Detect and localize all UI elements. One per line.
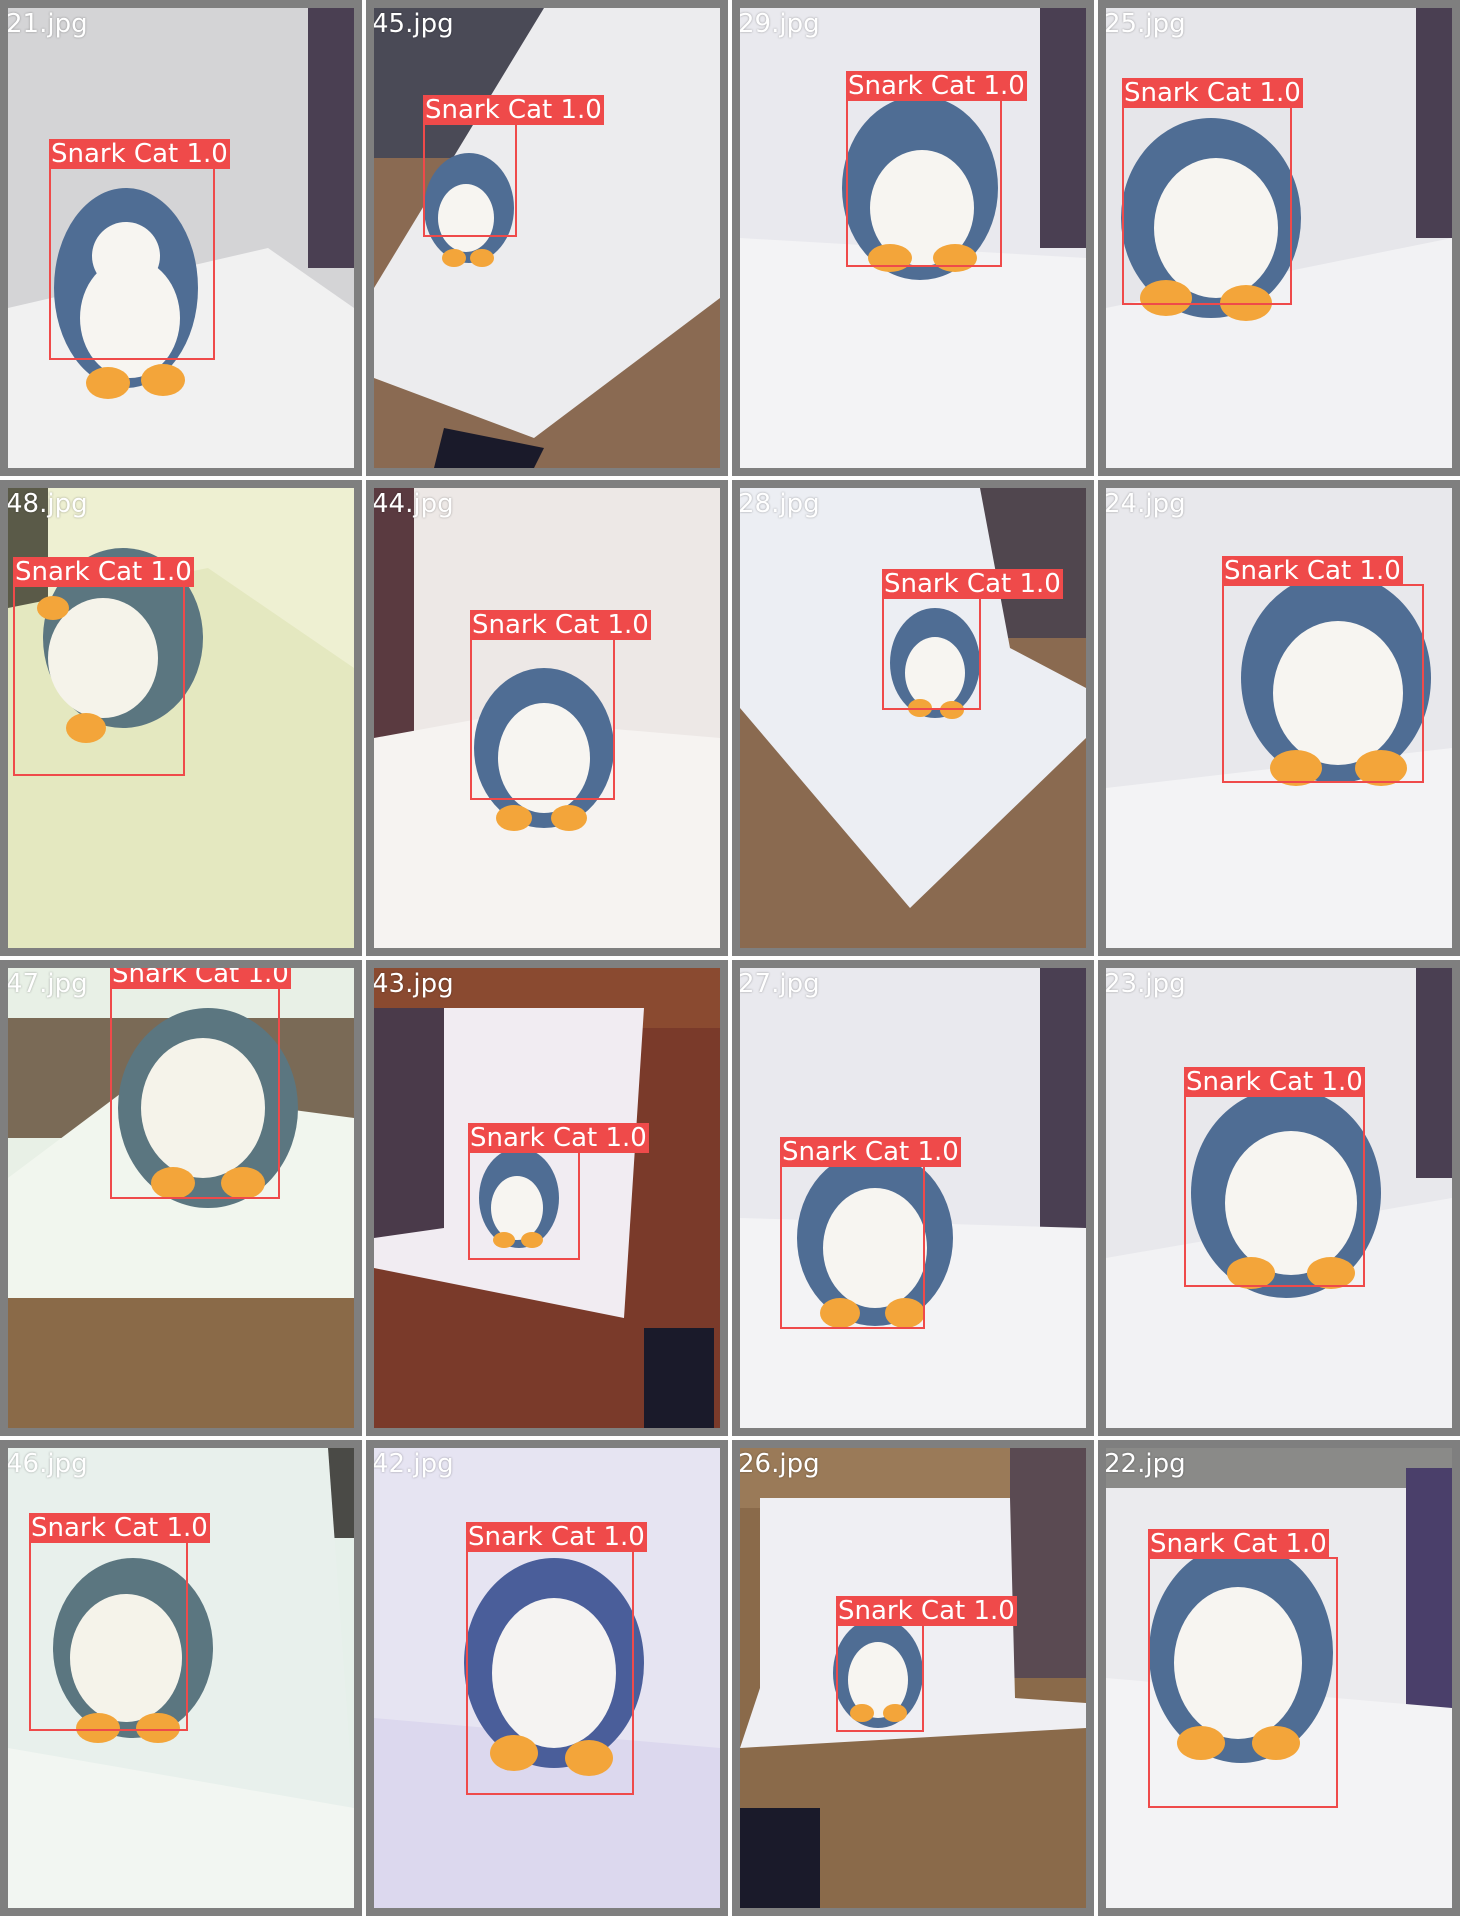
detection-box: Snark Cat 1.0 [466,1522,647,1795]
image-tile-46[interactable]: Snark Cat 1.0 46.jpg [0,1440,362,1916]
image-tile-25[interactable]: Snark Cat 1.0 25.jpg [1098,0,1460,476]
detection-box: Snark Cat 1.0 [13,557,194,776]
image-filename: 21.jpg [6,9,88,39]
image-tile-24[interactable]: Snark Cat 1.0 24.jpg [1098,480,1460,956]
photo [740,488,1086,948]
image-tile-26[interactable]: Snark Cat 1.0 26.jpg [732,1440,1094,1916]
detection-box: Snark Cat 1.0 [110,968,291,1199]
detection-box: Snark Cat 1.0 [846,71,1027,267]
image-tile-42[interactable]: Snark Cat 1.0 42.jpg [366,1440,728,1916]
image-filename: 27.jpg [738,969,820,999]
detection-box: Snark Cat 1.0 [780,1137,961,1329]
detection-label: Snark Cat 1.0 [780,1137,961,1167]
image-filename: 43.jpg [372,969,454,999]
image-filename: 28.jpg [738,489,820,519]
detection-box: Snark Cat 1.0 [468,1123,649,1260]
detection-label: Snark Cat 1.0 [882,569,1063,599]
detection-box: Snark Cat 1.0 [49,139,230,360]
image-filename: 48.jpg [6,489,88,519]
image-tile-27[interactable]: Snark Cat 1.0 27.jpg [732,960,1094,1436]
image-filename: 24.jpg [1104,489,1186,519]
detection-box: Snark Cat 1.0 [470,610,651,800]
image-filename: 44.jpg [372,489,454,519]
detection-label: Snark Cat 1.0 [1122,78,1303,108]
photo [374,8,720,468]
detection-box: Snark Cat 1.0 [1148,1529,1338,1808]
detection-label: Snark Cat 1.0 [1184,1067,1365,1097]
detection-label: Snark Cat 1.0 [468,1123,649,1153]
image-tile-43[interactable]: Snark Cat 1.0 43.jpg [366,960,728,1436]
detection-box: Snark Cat 1.0 [1222,556,1424,783]
image-tile-21[interactable]: Snark Cat 1.0 21.jpg [0,0,362,476]
detection-label: Snark Cat 1.0 [423,95,604,125]
detection-label: Snark Cat 1.0 [846,71,1027,101]
image-tile-22[interactable]: Snark Cat 1.0 22.jpg [1098,1440,1460,1916]
image-filename: 29.jpg [738,9,820,39]
detection-label: Snark Cat 1.0 [13,557,194,587]
image-filename: 23.jpg [1104,969,1186,999]
detection-box: Snark Cat 1.0 [882,569,1063,710]
detection-label: Snark Cat 1.0 [466,1522,647,1552]
detection-label: Snark Cat 1.0 [1222,556,1403,586]
image-filename: 22.jpg [1104,1449,1186,1479]
detection-label: Snark Cat 1.0 [1148,1529,1329,1559]
detection-label: Snark Cat 1.0 [110,960,291,989]
detection-label: Snark Cat 1.0 [49,139,230,169]
detection-label: Snark Cat 1.0 [29,1513,210,1543]
image-filename: 26.jpg [738,1449,820,1479]
image-filename: 47.jpg [6,969,88,999]
image-filename: 25.jpg [1104,9,1186,39]
image-tile-44[interactable]: Snark Cat 1.0 44.jpg [366,480,728,956]
image-tile-29[interactable]: Snark Cat 1.0 29.jpg [732,0,1094,476]
detection-box: Snark Cat 1.0 [1184,1067,1365,1287]
image-tile-45[interactable]: Snark Cat 1.0 45.jpg [366,0,728,476]
detection-label: Snark Cat 1.0 [836,1596,1017,1626]
image-tile-23[interactable]: Snark Cat 1.0 23.jpg [1098,960,1460,1436]
detection-box: Snark Cat 1.0 [836,1596,1017,1732]
image-filename: 45.jpg [372,9,454,39]
image-tile-48[interactable]: Snark Cat 1.0 48.jpg [0,480,362,956]
image-tile-47[interactable]: Snark Cat 1.0 47.jpg [0,960,362,1436]
detection-label: Snark Cat 1.0 [470,610,651,640]
image-filename: 42.jpg [372,1449,454,1479]
detection-box: Snark Cat 1.0 [29,1513,210,1731]
image-filename: 46.jpg [6,1449,88,1479]
detection-box: Snark Cat 1.0 [423,95,604,237]
detection-box: Snark Cat 1.0 [1122,78,1303,305]
image-tile-28[interactable]: Snark Cat 1.0 28.jpg [732,480,1094,956]
